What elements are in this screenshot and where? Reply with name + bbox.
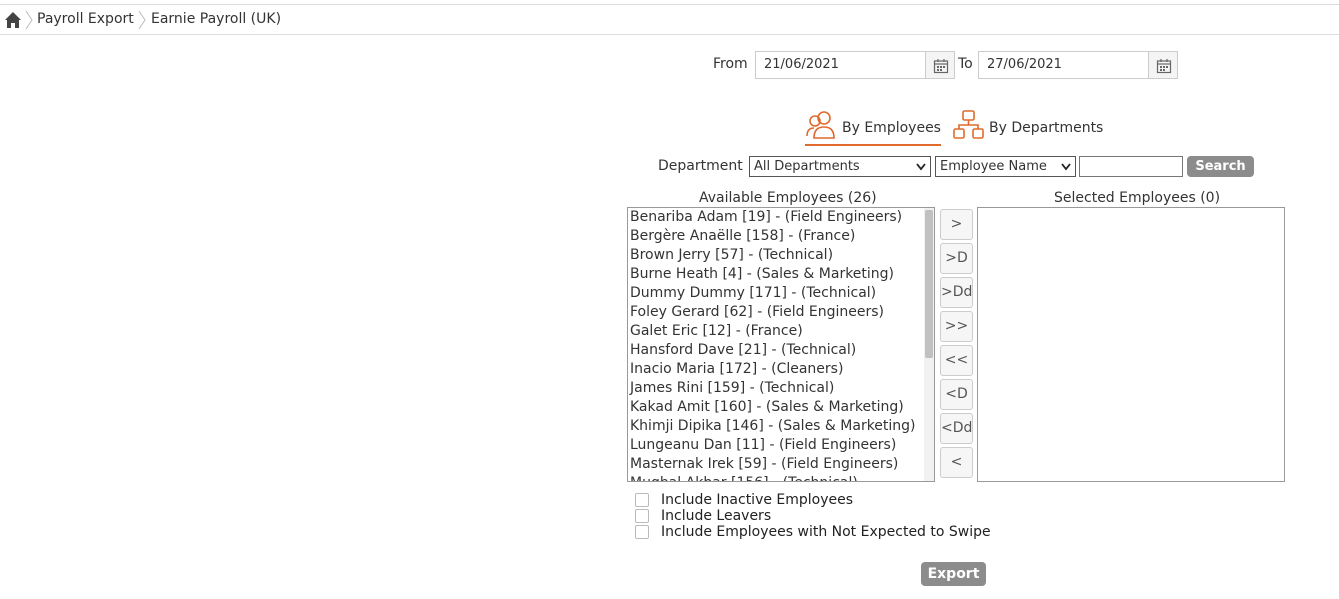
calendar-icon xyxy=(933,59,949,74)
include-not-expected-swipe-checkbox[interactable] xyxy=(635,525,649,539)
to-label: To xyxy=(958,56,973,72)
selected-employees-title: Selected Employees (0) xyxy=(1054,190,1221,206)
available-list-scrollbar[interactable] xyxy=(924,208,934,481)
from-calendar-button[interactable] xyxy=(925,51,955,79)
search-input[interactable] xyxy=(1079,156,1183,177)
list-item[interactable]: Dummy Dummy [171] - (Technical) xyxy=(628,284,934,303)
department-select[interactable]: All Departments xyxy=(749,156,931,177)
from-date-input[interactable]: 21/06/2021 xyxy=(755,51,926,79)
list-item[interactable]: Brown Jerry [57] - (Technical) xyxy=(628,246,934,265)
scrollbar-thumb[interactable] xyxy=(925,210,933,358)
users-icon xyxy=(806,111,835,139)
search-field-select-value: Employee Name xyxy=(940,159,1047,174)
breadcrumb: Payroll Export Earnie Payroll (UK) xyxy=(0,4,1339,35)
breadcrumb-separator-icon xyxy=(25,10,33,30)
move-selected-right-button[interactable]: > xyxy=(940,209,973,240)
list-item[interactable]: Hansford Dave [21] - (Technical) xyxy=(628,341,934,360)
department-label: Department xyxy=(658,158,743,174)
list-item[interactable]: Burne Heath [4] - (Sales & Marketing) xyxy=(628,265,934,284)
move-department-left-button[interactable]: <D xyxy=(940,379,973,410)
tab-by-employees[interactable]: By Employees xyxy=(805,110,941,144)
to-date-input[interactable]: 27/06/2021 xyxy=(978,51,1149,79)
from-label: From xyxy=(713,56,748,72)
chevron-down-icon xyxy=(1061,163,1071,171)
org-chart-icon xyxy=(953,110,984,139)
breadcrumb-earnie-payroll: Earnie Payroll (UK) xyxy=(151,11,282,27)
available-employees-list[interactable]: Benariba Adam [19] - (Field Engineers) Be… xyxy=(627,207,935,482)
move-all-right-button[interactable]: >> xyxy=(940,311,973,342)
include-inactive-checkbox[interactable] xyxy=(635,493,649,507)
list-item[interactable]: Mughal Akbar [156] - (Technical) xyxy=(628,474,934,481)
breadcrumb-separator-icon xyxy=(138,10,146,30)
move-department-descendants-right-button[interactable]: >Dd xyxy=(940,277,973,308)
move-selected-left-button[interactable]: < xyxy=(940,447,973,478)
tab-by-employees-label: By Employees xyxy=(842,120,941,136)
tab-by-departments[interactable]: By Departments xyxy=(953,110,1108,144)
chevron-down-icon xyxy=(916,163,926,171)
list-item[interactable]: Bergère Anaëlle [158] - (France) xyxy=(628,227,934,246)
include-inactive-label: Include Inactive Employees xyxy=(661,492,854,508)
list-item[interactable]: Kakad Amit [160] - (Sales & Marketing) xyxy=(628,398,934,417)
search-button[interactable]: Search xyxy=(1187,156,1254,177)
list-item[interactable]: James Rini [159] - (Technical) xyxy=(628,379,934,398)
tab-by-departments-label: By Departments xyxy=(989,120,1104,136)
calendar-icon xyxy=(1156,59,1172,74)
move-all-left-button[interactable]: << xyxy=(940,345,973,376)
home-icon[interactable] xyxy=(4,11,22,29)
list-item[interactable]: Foley Gerard [62] - (Field Engineers) xyxy=(628,303,934,322)
list-item[interactable]: Lungeanu Dan [11] - (Field Engineers) xyxy=(628,436,934,455)
selected-employees-list[interactable] xyxy=(977,207,1285,482)
move-department-descendants-left-button[interactable]: <Dd xyxy=(940,413,973,444)
list-item[interactable]: Masternak Irek [59] - (Field Engineers) xyxy=(628,455,934,474)
search-field-select[interactable]: Employee Name xyxy=(935,156,1076,177)
include-leavers-label: Include Leavers xyxy=(661,508,772,524)
export-button[interactable]: Export xyxy=(921,562,986,586)
to-calendar-button[interactable] xyxy=(1148,51,1178,79)
department-select-value: All Departments xyxy=(754,159,860,174)
list-item[interactable]: Galet Eric [12] - (France) xyxy=(628,322,934,341)
list-item[interactable]: Benariba Adam [19] - (Field Engineers) xyxy=(628,208,934,227)
move-department-right-button[interactable]: >D xyxy=(940,243,973,274)
available-employees-title: Available Employees (26) xyxy=(699,190,877,206)
include-leavers-checkbox[interactable] xyxy=(635,509,649,523)
include-not-expected-swipe-label: Include Employees with Not Expected to S… xyxy=(661,524,991,540)
list-item[interactable]: Inacio Maria [172] - (Cleaners) xyxy=(628,360,934,379)
breadcrumb-payroll-export[interactable]: Payroll Export xyxy=(37,11,134,27)
list-item[interactable]: Khimji Dipika [146] - (Sales & Marketing… xyxy=(628,417,934,436)
active-tab-indicator xyxy=(805,144,941,146)
